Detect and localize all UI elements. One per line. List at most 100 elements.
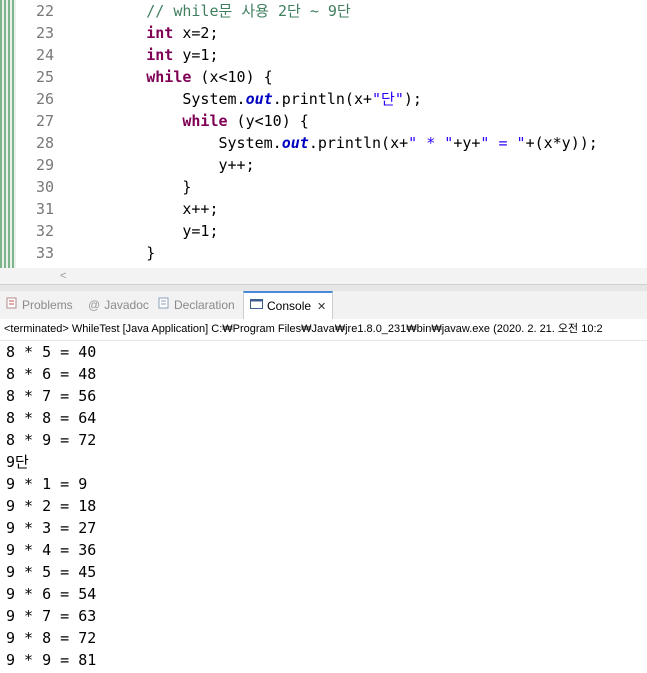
tab-declaration-label: Declaration — [174, 298, 235, 312]
line-number: 32 — [35, 222, 54, 240]
code-text[interactable]: while (y<10) { — [74, 110, 309, 132]
editor-horizontal-scrollbar[interactable]: < — [0, 268, 647, 284]
code-token: y=1; — [173, 46, 219, 64]
code-token: } — [74, 178, 192, 196]
code-line[interactable]: 30 } — [16, 176, 647, 198]
tab-console[interactable]: Console ✕ — [243, 291, 334, 319]
view-divider[interactable] — [0, 284, 647, 291]
code-token: } — [74, 244, 156, 262]
code-text[interactable]: int y=1; — [74, 44, 219, 66]
line-number: 33 — [35, 244, 54, 262]
code-token: y=1; — [74, 222, 219, 240]
code-line[interactable]: 32 y=1; — [16, 220, 647, 242]
line-number: 23 — [35, 24, 54, 42]
line-number: 26 — [35, 90, 54, 108]
code-text[interactable]: System.out.println(x+"단"); — [74, 88, 422, 110]
code-line[interactable]: 28 System.out.println(x+" * "+y+" = "+(x… — [16, 132, 647, 154]
tab-javadoc-label: Javadoc — [104, 298, 149, 312]
bottom-panel-tabs: Problems @ Javadoc Declaration Console ✕ — [0, 291, 647, 320]
tab-problems-label: Problems — [22, 298, 73, 312]
code-text[interactable]: x++; — [74, 198, 219, 220]
code-text[interactable]: } — [74, 242, 155, 264]
console-line: 9 * 3 = 27 — [6, 519, 97, 537]
code-line[interactable]: 26 System.out.println(x+"단"); — [16, 88, 647, 110]
console-line: 9 * 5 = 45 — [6, 563, 97, 581]
console-line: 9 * 7 = 63 — [6, 607, 97, 625]
tab-javadoc[interactable]: @ Javadoc — [88, 291, 149, 319]
console-line: 9 * 1 = 9 — [6, 475, 88, 493]
line-number: 30 — [35, 178, 54, 196]
code-token: System. — [74, 90, 246, 108]
code-text[interactable]: y=1; — [74, 220, 219, 242]
code-token: .println(x+ — [308, 134, 409, 152]
code-token: x++; — [74, 200, 219, 218]
console-line: 8 * 7 = 56 — [6, 387, 97, 405]
code-token: while — [146, 68, 192, 86]
code-line[interactable]: 27 while (y<10) { — [16, 110, 647, 132]
code-text[interactable]: // while문 사용 2단 ~ 9단 — [74, 0, 351, 22]
line-number: 27 — [35, 112, 54, 130]
code-text[interactable]: } — [74, 176, 191, 198]
console-line: 9 * 8 = 72 — [6, 629, 97, 647]
console-line: 8 * 6 = 48 — [6, 365, 97, 383]
code-token: +(x*y)); — [525, 134, 598, 152]
tab-declaration[interactable]: Declaration — [158, 291, 235, 319]
code-token: out — [245, 90, 273, 108]
code-token: "단" — [372, 90, 404, 108]
console-line: 9 * 9 = 81 — [6, 651, 97, 669]
scroll-left-icon[interactable]: < — [60, 268, 66, 284]
console-line: 9 * 2 = 18 — [6, 497, 97, 515]
code-token: y++; — [74, 156, 255, 174]
line-number: 28 — [35, 134, 54, 152]
code-line[interactable]: 33 } — [16, 242, 647, 264]
code-text[interactable]: System.out.println(x+" * "+y+" = "+(x*y)… — [74, 132, 598, 154]
code-line[interactable]: 22 // while문 사용 2단 ~ 9단 — [16, 0, 647, 22]
declaration-icon — [158, 291, 170, 319]
console-line: 9 * 4 = 36 — [6, 541, 97, 559]
code-text[interactable]: int x=2; — [74, 22, 219, 44]
console-status-line: <terminated> WhileTest [Java Application… — [0, 319, 647, 339]
tab-console-label: Console — [267, 299, 312, 313]
console-line: 8 * 8 = 64 — [6, 409, 97, 427]
console-line: 9 * 6 = 54 — [6, 585, 97, 603]
code-token: // while문 사용 2단 ~ 9단 — [146, 2, 351, 20]
code-line[interactable]: 25 while (x<10) { — [16, 66, 647, 88]
code-line[interactable]: 31 x++; — [16, 198, 647, 220]
code-token: x=2; — [173, 24, 219, 42]
console-output[interactable]: 8 * 5 = 40 8 * 6 = 48 8 * 7 = 56 8 * 8 = 64… — [0, 340, 647, 673]
code-editor[interactable]: 22 // while문 사용 2단 ~ 9단 23 int x=2; 24 int… — [0, 0, 647, 268]
code-line[interactable]: 29 y++; — [16, 154, 647, 176]
code-line[interactable]: 23 int x=2; — [16, 22, 647, 44]
code-token: System. — [74, 134, 282, 152]
code-line[interactable]: 24 int y=1; — [16, 44, 647, 66]
code-token: " = " — [480, 134, 526, 152]
editor-gutter — [0, 0, 16, 268]
code-token: .println(x+ — [272, 90, 373, 108]
code-token: +y+ — [453, 134, 481, 152]
console-line: 9단 — [6, 453, 29, 471]
line-number: 22 — [35, 2, 54, 20]
code-text[interactable]: while (x<10) { — [74, 66, 272, 88]
code-text[interactable]: y++; — [74, 154, 255, 176]
code-token: ); — [403, 90, 422, 108]
close-icon[interactable]: ✕ — [317, 301, 326, 313]
code-token: " * " — [408, 134, 454, 152]
code-token: (y<10) { — [227, 112, 309, 130]
code-token: int — [146, 46, 174, 64]
javadoc-icon: @ — [88, 298, 101, 312]
code-token: while — [182, 112, 228, 130]
tab-problems[interactable]: Problems — [6, 291, 73, 319]
editor-lines[interactable]: 22 // while문 사용 2단 ~ 9단 23 int x=2; 24 int… — [16, 0, 647, 264]
code-token: out — [281, 134, 309, 152]
console-line: 8 * 9 = 72 — [6, 431, 97, 449]
line-number: 31 — [35, 200, 54, 218]
console-icon — [250, 293, 263, 319]
console-line: 8 * 5 = 40 — [6, 343, 97, 361]
line-number: 29 — [35, 156, 54, 174]
line-number: 25 — [35, 68, 54, 86]
line-number: 24 — [35, 46, 54, 64]
